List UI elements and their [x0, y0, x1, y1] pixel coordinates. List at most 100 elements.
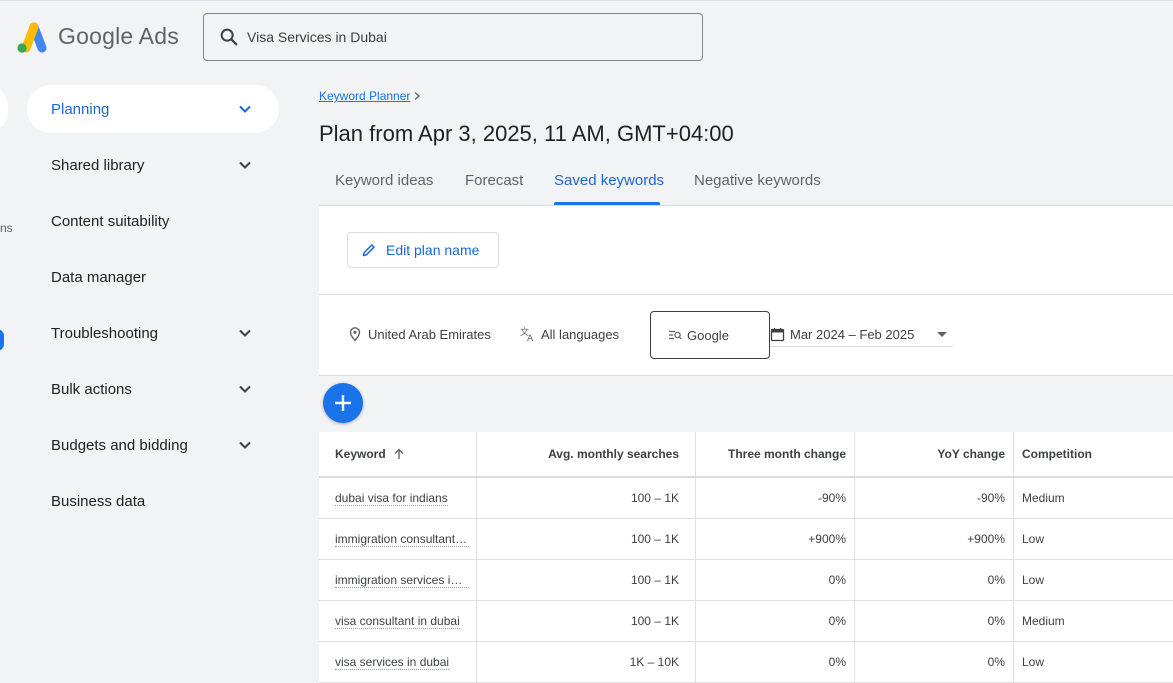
tab-forecast[interactable]: Forecast [465, 172, 523, 189]
yoy-change-cell: 0% [855, 642, 1014, 682]
network-filter[interactable]: Google [650, 311, 770, 359]
competition-cell: Low [1022, 573, 1045, 587]
divider [319, 205, 1173, 206]
breadcrumb-link[interactable]: Keyword Planner [319, 89, 410, 103]
sidebar-item-shared-library[interactable]: Shared library [27, 141, 279, 189]
breadcrumb[interactable]: Keyword Planner [319, 89, 422, 103]
chevron-down-icon[interactable] [235, 99, 255, 119]
table-row[interactable]: visa services in dubai 1K – 10K 0% 0% Low [319, 642, 1173, 683]
top-border [0, 0, 1173, 1]
tab-negative-keywords[interactable]: Negative keywords [694, 172, 821, 189]
table-row[interactable]: immigration consultants in dubai 100 – 1K… [319, 519, 1173, 560]
avg-monthly-searches-cell: 100 – 1K [477, 601, 696, 641]
column-header-keyword[interactable]: Keyword [319, 432, 477, 476]
sidebar-item-label: Troubleshooting [51, 324, 159, 342]
sidebar-item-planning[interactable]: Planning [27, 85, 279, 133]
location-filter[interactable]: United Arab Emirates [347, 326, 491, 342]
edit-plan-name-label: Edit plan name [386, 242, 480, 258]
yoy-change-cell: 0% [855, 601, 1014, 641]
column-header-three-month-change[interactable]: Three month change [696, 432, 855, 476]
google-ads-logo[interactable] [14, 22, 48, 54]
three-month-change-cell: 0% [696, 642, 855, 682]
language-filter-value: All languages [541, 326, 620, 342]
table-row[interactable]: visa consultant in dubai 100 – 1K 0% 0% Medi… [319, 601, 1173, 642]
keyword-text[interactable]: dubai visa for indians [335, 491, 448, 506]
divider [319, 375, 1173, 376]
sidebar-item-label: Shared library [51, 156, 145, 174]
yoy-change-cell: 0% [855, 560, 1014, 600]
tab-saved-keywords[interactable]: Saved keywords [554, 172, 664, 189]
sidebar-item-troubleshooting[interactable]: Troubleshooting [27, 309, 279, 357]
keyword-text[interactable]: immigration services in dubai [335, 573, 469, 588]
page-title: Plan from Apr 3, 2025, 11 AM, GMT+04:00 [319, 121, 734, 146]
chevron-right-icon [414, 91, 421, 101]
sidebar-item-label: Budgets and bidding [51, 436, 188, 454]
calendar-icon [770, 328, 785, 342]
competition-cell: Medium [1022, 491, 1065, 505]
sidebar-item-label: Bulk actions [51, 380, 132, 398]
chevron-down-icon[interactable] [235, 435, 255, 455]
column-header-label: Keyword [335, 447, 386, 461]
sidebar-item-budgets-and-bidding[interactable]: Budgets and bidding [27, 421, 279, 469]
column-header-avg-monthly-searches[interactable]: Avg. monthly searches [477, 432, 696, 476]
sidebar-item-bulk-actions[interactable]: Bulk actions [27, 365, 279, 413]
sidebar-item-label: Data manager [51, 268, 147, 286]
keyword-cell: visa services in dubai [319, 642, 477, 682]
date-range-value: Mar 2024 – Feb 2025 [790, 327, 915, 342]
rail-item-label: ns [0, 221, 13, 235]
keyword-cell: immigration consultants in dubai [319, 519, 477, 559]
tab-keyword-ideas[interactable]: Keyword ideas [335, 172, 433, 189]
search-icon [218, 26, 240, 48]
google-ads-logo-icon [17, 22, 47, 53]
yoy-change-cell: +900% [855, 519, 1014, 559]
competition-cell: Low [1022, 532, 1045, 546]
sidebar-item-label: Content suitability [51, 212, 170, 230]
avg-monthly-searches-cell: 100 – 1K [477, 478, 696, 518]
table-row[interactable]: dubai visa for indians 100 – 1K -90% -90% Me… [319, 478, 1173, 519]
keyword-text[interactable]: visa services in dubai [335, 655, 450, 670]
language-filter[interactable]: 文A All languages [520, 326, 619, 342]
sidebar-item-data-manager[interactable]: Data manager [27, 253, 279, 301]
edit-plan-name-button[interactable]: Edit plan name [347, 232, 499, 268]
sort-ascending-icon[interactable] [392, 447, 406, 461]
yoy-change-cell: -90% [855, 478, 1014, 518]
keyword-cell: immigration services in dubai [319, 560, 477, 600]
column-header-competition[interactable]: Competition [1014, 432, 1173, 476]
location-filter-value: United Arab Emirates [368, 326, 491, 342]
avg-monthly-searches-cell: 100 – 1K [477, 560, 696, 600]
column-header-yoy-change[interactable]: YoY change [855, 432, 1014, 476]
rail-active-item[interactable] [0, 87, 8, 131]
rail-indicator [0, 329, 4, 351]
date-range-select[interactable]: Mar 2024 – Feb 2025 [770, 323, 953, 347]
table-row[interactable]: immigration services in dubai100 – 1K0%0… [319, 560, 1173, 601]
chevron-down-icon[interactable] [235, 323, 255, 343]
sidebar-item-label: Business data [51, 492, 146, 510]
add-keywords-button[interactable] [323, 383, 363, 423]
competition-cell: Low [1022, 655, 1045, 669]
network-filter-value: Google [687, 327, 729, 343]
keyword-cell: visa consultant in dubai [319, 601, 477, 641]
pencil-icon [362, 244, 375, 257]
chevron-down-icon[interactable] [235, 379, 255, 399]
avg-monthly-searches-cell: 100 – 1K [477, 519, 696, 559]
search-input-value: Visa Services in Dubai [247, 29, 387, 45]
search-network-icon [669, 330, 682, 340]
sidebar-item-label: Planning [51, 100, 110, 118]
three-month-change-cell: 0% [696, 601, 855, 641]
chevron-down-icon[interactable] [235, 155, 255, 175]
plus-icon [335, 395, 351, 411]
avg-monthly-searches-cell: 1K – 10K [477, 642, 696, 682]
keyword-cell: dubai visa for indians [319, 478, 477, 518]
competition-cell: Medium [1022, 614, 1065, 628]
three-month-change-cell: +900% [696, 519, 855, 559]
three-month-change-cell: 0% [696, 560, 855, 600]
keyword-text[interactable]: immigration consultants in dubai [335, 532, 469, 547]
keyword-text[interactable]: visa consultant in dubai [335, 614, 460, 629]
search-input[interactable]: Visa Services in Dubai [203, 13, 703, 61]
dropdown-arrow-icon [937, 332, 947, 337]
table-header-row: Keyword Avg. monthly searches Three mont… [319, 432, 1173, 478]
location-pin-icon [349, 327, 361, 342]
sidebar-item-content-suitability[interactable]: Content suitability [27, 197, 279, 245]
sidebar-item-business-data[interactable]: Business data [27, 477, 279, 525]
svg-text:A: A [527, 334, 534, 342]
